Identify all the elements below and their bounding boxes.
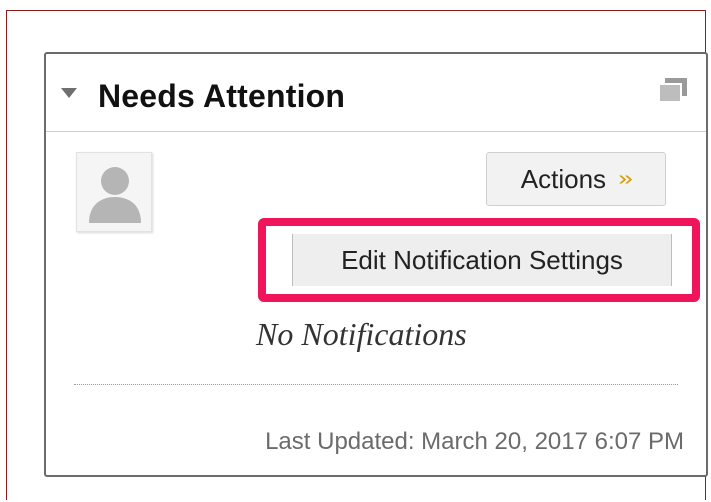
user-silhouette-icon <box>89 167 141 223</box>
actions-label: Actions <box>520 163 607 194</box>
edit-notification-settings-button[interactable]: Edit Notification Settings <box>292 234 672 286</box>
window-icon[interactable] <box>656 76 690 104</box>
empty-message: No Notifications <box>256 316 467 352</box>
needs-attention-module: Needs Attention Actions » Edit Notificat… <box>44 52 708 477</box>
avatar <box>76 152 152 232</box>
last-updated-text: Last Updated: March 20, 2017 6:07 PM <box>265 428 684 455</box>
edit-notification-settings-label: Edit Notification Settings <box>341 244 623 275</box>
collapse-triangle-icon[interactable] <box>61 88 77 98</box>
divider <box>74 384 678 385</box>
module-title: Needs Attention <box>98 78 346 114</box>
double-chevron-down-icon: » <box>618 168 633 190</box>
actions-button[interactable]: Actions » <box>486 152 666 206</box>
module-header: Needs Attention <box>46 54 706 132</box>
